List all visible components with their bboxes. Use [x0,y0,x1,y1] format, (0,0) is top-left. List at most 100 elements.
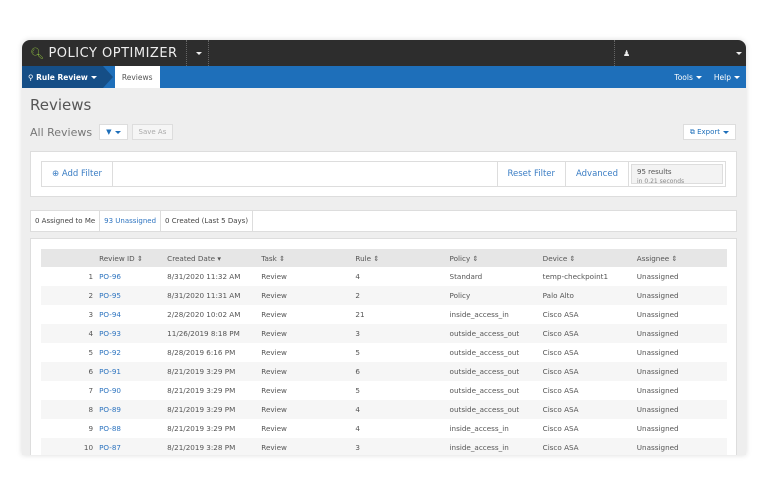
app-logo[interactable]: 🔍︎ POLICY OPTIMIZER [22,40,187,66]
tab-created-last-5-days[interactable]: 0 Created (Last 5 Days) [161,211,254,231]
table-row[interactable]: 8 PO-89 8/21/2019 3:29 PM Review 4 outside_ac… [41,400,727,419]
advanced-button[interactable]: Advanced [566,162,629,186]
reset-filter-button[interactable]: Reset Filter [498,162,566,186]
created-date: 8/21/2019 3:29 PM [167,424,236,433]
review-id-link[interactable]: PO-87 [99,438,168,455]
table-row[interactable]: 1 PO-96 8/31/2020 11:32 AM Review 4 Standard t… [41,267,727,286]
filter-input[interactable] [113,162,498,186]
table-row[interactable]: 4 PO-93 11/26/2019 8:18 PM Review 3 outside_a… [41,324,727,343]
add-filter-button[interactable]: ⊕ Add Filter [42,162,114,186]
tab-assigned-to-me[interactable]: 0 Assigned to Me [31,211,101,231]
created-date: 8/21/2019 3:29 PM [167,362,262,381]
device: Cisco ASA [542,386,579,395]
task: Review [261,324,356,343]
rule: 4 [355,424,360,433]
policy: outside_access_out [449,400,543,419]
task: Review [261,348,287,357]
table-row[interactable]: 7 PO-90 8/21/2019 3:29 PM Review 5 outside_ac… [41,381,727,400]
assignee: Unassigned [636,286,727,305]
device: temp-checkpoint1 [542,272,609,281]
device: Cisco ASA [542,400,637,419]
plus-icon: ⊕ [52,169,62,179]
view-label: All Reviews [30,125,93,139]
reviews-table-panel: Review ID ⇕ Created Date ▾ Task ⇕ Rule ⇕ Pol… [30,238,737,455]
help-menu[interactable]: Help [714,73,740,82]
policy: inside_access_in [449,424,509,433]
review-id-link[interactable]: PO-92 [99,343,167,362]
review-id-link[interactable]: PO-95 [99,286,168,305]
table-row[interactable]: 2 PO-95 8/31/2020 11:31 AM Review 2 Policy Pal… [41,286,727,305]
filter-panel: ⊕ Add Filter Reset Filter Advanced 95 re… [30,151,737,197]
column-header[interactable]: Review ID ⇕ [99,249,168,267]
policy: inside_access_in [449,310,509,319]
policy: Standard [449,272,483,281]
assignee: Unassigned [636,438,727,455]
export-button[interactable]: ⧉ Export [682,124,736,140]
module-menu[interactable]: ⚲ Rule Review [22,66,113,88]
rule: 4 [355,272,360,281]
device: Cisco ASA [542,324,637,343]
save-as-button[interactable]: Save As [131,124,174,140]
assignee: Unassigned [636,310,679,319]
assignee: Unassigned [636,362,727,381]
tools-menu[interactable]: Tools [674,73,702,82]
task: Review [261,310,287,319]
review-id-link[interactable]: PO-88 [99,419,167,438]
device: Cisco ASA [542,348,579,357]
filter-dropdown-button[interactable]: ▼ [99,124,128,140]
column-header[interactable]: Assignee ⇕ [636,249,727,267]
user-menu[interactable]: ♟ [614,40,746,66]
created-date: 2/28/2020 10:02 AM [167,310,241,319]
assignee: Unassigned [636,386,679,395]
column-header[interactable]: Task ⇕ [261,249,356,267]
export-icon: ⧉ [689,127,698,136]
created-date: 8/21/2019 3:28 PM [167,438,262,455]
key-icon: 🔍︎ [30,46,45,60]
row-number: 10 [41,438,100,455]
row-number: 3 [88,310,94,319]
policy: outside_access_out [449,348,520,357]
policy: outside_access_out [449,386,520,395]
row-number: 1 [88,272,94,281]
policy: outside_access_out [449,324,543,343]
assignee: Unassigned [636,324,727,343]
created-date: 11/26/2019 8:18 PM [167,324,262,343]
created-date: 8/31/2020 11:31 AM [167,286,262,305]
review-id-link[interactable]: PO-94 [99,305,167,324]
created-date: 8/21/2019 3:29 PM [167,400,262,419]
column-header[interactable]: Device ⇕ [542,249,637,267]
review-id-link[interactable]: PO-91 [99,362,168,381]
row-number: 8 [41,400,100,419]
column-header[interactable]: Policy ⇕ [449,249,543,267]
rule: 6 [355,362,450,381]
task: Review [261,424,287,433]
assignee: Unassigned [636,424,679,433]
table-row[interactable]: 5 PO-92 8/28/2019 6:16 PM Review 5 outside_ac… [41,343,727,362]
policy: inside_access_in [449,438,543,455]
rule: 3 [355,438,450,455]
column-header[interactable]: Created Date ▾ [167,249,262,267]
quick-tabs: 0 Assigned to Me 93 Unassigned 0 Created… [30,210,737,232]
review-id-link[interactable]: PO-90 [99,381,167,400]
review-id-link[interactable]: PO-89 [99,400,168,419]
top-bar: 🔍︎ POLICY OPTIMIZER ♟ [22,40,746,66]
table-row[interactable]: 10 PO-87 8/21/2019 3:28 PM Review 3 inside_ac… [41,438,727,455]
rule: 5 [355,386,360,395]
table-row[interactable]: 6 PO-91 8/21/2019 3:29 PM Review 6 outside_ac… [41,362,727,381]
app-menu-button[interactable] [187,40,209,66]
filter-icon: ▼ [106,128,112,136]
review-id-link[interactable]: PO-96 [99,267,167,286]
tab-unassigned[interactable]: 93 Unassigned [100,211,162,231]
table-row[interactable]: 9 PO-88 8/21/2019 3:29 PM Review 4 inside_acc… [41,419,727,438]
row-number: 2 [41,286,100,305]
policy: Policy [449,286,543,305]
table-row[interactable]: 3 PO-94 2/28/2020 10:02 AM Review 21 inside_a… [41,305,727,324]
rule: 4 [355,400,450,419]
device: Cisco ASA [542,310,579,319]
review-id-link[interactable]: PO-93 [99,324,168,343]
rule: 21 [355,310,365,319]
rule: 3 [355,324,450,343]
breadcrumb[interactable]: Reviews [114,66,160,88]
user-icon: ♟ [623,48,631,58]
column-header[interactable]: Rule ⇕ [355,249,450,267]
